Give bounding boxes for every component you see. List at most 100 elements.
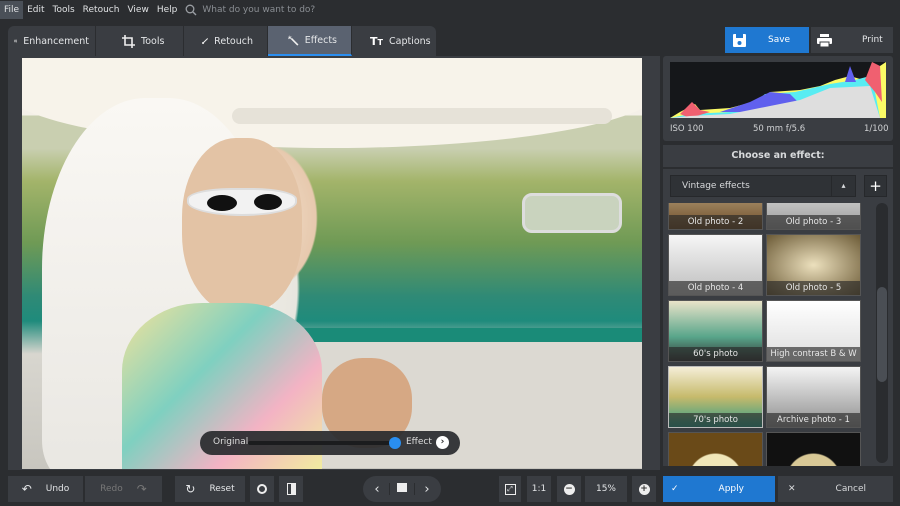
effect-thumbnail[interactable]: High contrast B & W (766, 300, 861, 362)
chevron-right-icon[interactable]: › (436, 436, 449, 449)
lens (254, 194, 282, 210)
actual-size-button[interactable]: 1:1 (527, 476, 551, 502)
sliders-icon (14, 39, 18, 43)
fit-screen-icon: ⤢ (504, 483, 516, 495)
save-label: Save (768, 35, 791, 45)
add-effect-button[interactable]: + (864, 175, 887, 197)
tab-tools[interactable]: Tools (96, 26, 184, 56)
menu-help[interactable]: Help (153, 1, 182, 19)
text-icon: TT (370, 34, 383, 48)
histogram (670, 62, 886, 118)
reset-label: Reset (209, 484, 235, 494)
effect-thumbnail-label: 70's photo (669, 413, 762, 427)
effect-thumbnail[interactable]: Old photo - 2 (668, 203, 763, 230)
effect-thumbnail-label: Old photo - 3 (767, 215, 860, 229)
tab-label: Retouch (214, 35, 253, 47)
undo-button[interactable]: ↶ Undo (8, 476, 83, 502)
search-icon (185, 4, 197, 16)
effect-thumbnail-label: Old photo - 5 (767, 281, 860, 295)
original-label: Original (213, 437, 249, 447)
effect-thumbnail-label: High contrast B & W (767, 347, 860, 361)
lens (207, 195, 237, 211)
check-icon: ✓ (671, 484, 679, 494)
reset-icon: ↻ (185, 482, 196, 496)
plus-icon: + (638, 483, 650, 495)
redo-button[interactable]: Redo ↷ (85, 476, 162, 502)
up-down-arrows-icon: ▴ (831, 176, 855, 196)
menu-edit[interactable]: Edit (23, 1, 48, 19)
cancel-button[interactable]: ✕ Cancel (778, 476, 893, 502)
preview-eye-button[interactable] (250, 476, 274, 502)
split-view-icon (286, 483, 296, 495)
photo-preview[interactable] (22, 58, 642, 469)
effect-thumbnail[interactable] (668, 432, 763, 466)
tab-retouch[interactable]: Retouch (184, 26, 268, 56)
eye-icon (257, 484, 267, 494)
scrollbar-thumb[interactable] (877, 287, 887, 383)
effect-thumbnail-label: Old photo - 4 (669, 281, 762, 295)
search-box[interactable]: What do you want to do? (185, 4, 315, 16)
main-tabs: Enhancement Tools Retouch Effects TT Cap… (8, 26, 436, 56)
sun-visor (232, 108, 612, 124)
iso-readout: ISO 100 (670, 124, 704, 134)
cancel-label: Cancel (835, 484, 867, 494)
effect-thumbnail[interactable]: Old photo - 5 (766, 234, 861, 296)
navigation-group: ‹ › (363, 476, 441, 502)
rear-mirror (522, 193, 622, 233)
effect-thumbnail[interactable]: Archive photo - 1 (766, 366, 861, 428)
redo-icon: ↷ (136, 482, 147, 496)
effect-thumbnail-label: 60's photo (669, 347, 762, 361)
reset-button[interactable]: ↻ Reset (175, 476, 245, 502)
undo-label: Undo (45, 484, 70, 494)
printer-icon (817, 33, 832, 47)
tab-label: Effects (304, 34, 337, 46)
effect-category-select[interactable]: Vintage effects ▴ (670, 175, 856, 197)
apply-label: Apply (718, 484, 744, 494)
undo-icon: ↶ (21, 482, 32, 496)
next-photo-button[interactable]: › (415, 482, 439, 497)
tab-enhancement[interactable]: Enhancement (8, 26, 96, 56)
tab-label: Enhancement (23, 35, 89, 47)
zoom-level[interactable]: 15% (585, 476, 627, 502)
previous-photo-button[interactable]: ‹ (365, 482, 389, 497)
fit-to-screen-button[interactable]: ⤢ (499, 476, 521, 502)
tab-captions[interactable]: TT Captions (352, 26, 436, 56)
zoom-out-button[interactable]: − (557, 476, 581, 502)
tab-label: Captions (388, 35, 431, 47)
close-icon: ✕ (788, 484, 796, 494)
menu-view[interactable]: View (123, 1, 152, 19)
effect-thumbnail-label: Old photo - 2 (669, 215, 762, 229)
tab-effects[interactable]: Effects (268, 26, 352, 56)
menu-retouch[interactable]: Retouch (79, 1, 124, 19)
effect-thumbnail[interactable]: 60's photo (668, 300, 763, 362)
shutter-readout: 1/100 (864, 124, 889, 134)
lens-readout: 50 mm f/5.6 (753, 124, 806, 134)
apply-button[interactable]: ✓ Apply (663, 476, 775, 502)
compare-handle[interactable] (389, 437, 401, 449)
minus-icon: − (563, 483, 575, 495)
effects-heading: Choose an effect: (663, 145, 893, 167)
floppy-disk-icon (733, 33, 746, 47)
effects-grid: Old photo - 2 Old photo - 3 Old photo - 4 O… (668, 203, 864, 466)
folder-icon[interactable] (389, 483, 415, 495)
save-button[interactable]: Save (725, 27, 809, 53)
selected-category: Vintage effects (682, 181, 750, 191)
tab-label: Tools (141, 35, 165, 47)
compare-track[interactable] (248, 441, 396, 445)
menu-bar: File Edit Tools Retouch View Help What d… (0, 0, 900, 20)
effect-thumbnail[interactable]: 70's photo (668, 366, 763, 428)
compare-slider: Original Effect › (200, 431, 460, 455)
effect-thumbnail[interactable]: Old photo - 3 (766, 203, 861, 230)
face (182, 138, 302, 313)
redo-label: Redo (100, 484, 123, 494)
effect-thumbnail[interactable]: Old photo - 4 (668, 234, 763, 296)
split-view-button[interactable] (279, 476, 303, 502)
search-placeholder: What do you want to do? (202, 5, 316, 15)
print-button[interactable]: Print (811, 27, 893, 53)
magic-wand-icon (288, 34, 299, 46)
menu-tools[interactable]: Tools (49, 1, 79, 19)
zoom-in-button[interactable]: + (632, 476, 656, 502)
crop-icon (122, 34, 135, 48)
effect-thumbnail[interactable] (766, 432, 861, 466)
menu-file[interactable]: File (0, 1, 24, 19)
